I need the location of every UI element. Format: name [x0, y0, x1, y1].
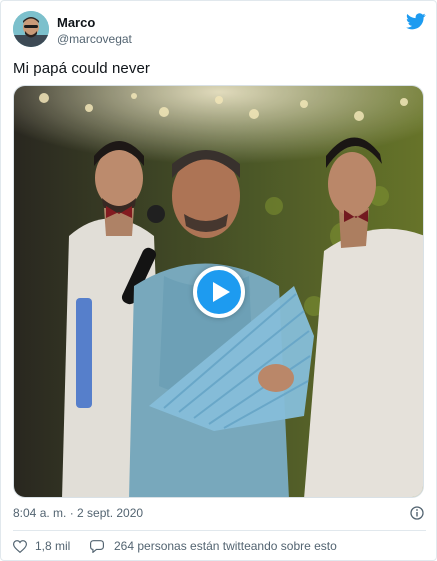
play-button[interactable]: [193, 266, 245, 318]
play-icon: [213, 282, 230, 302]
conversation-text: 264 personas están twitteando sobre esto: [114, 539, 337, 553]
tweet-text: Mi papá could never: [13, 60, 150, 77]
like-count: 1,8 mil: [35, 539, 71, 553]
heart-icon: [13, 540, 27, 553]
speech-bubble-icon: [90, 540, 104, 553]
author-handle[interactable]: @marcovegat: [57, 32, 132, 46]
info-icon[interactable]: [410, 506, 424, 520]
twitter-bird-icon[interactable]: [406, 13, 426, 30]
video-player[interactable]: [13, 85, 424, 498]
author-name[interactable]: Marco: [57, 15, 95, 30]
author-avatar[interactable]: [13, 11, 49, 47]
tweet-timestamp[interactable]: 8:04 a. m. · 2 sept. 2020: [13, 506, 143, 520]
tweet-card: Marco @marcovegat Mi papá could never 8:…: [0, 0, 437, 561]
divider: [13, 530, 426, 531]
